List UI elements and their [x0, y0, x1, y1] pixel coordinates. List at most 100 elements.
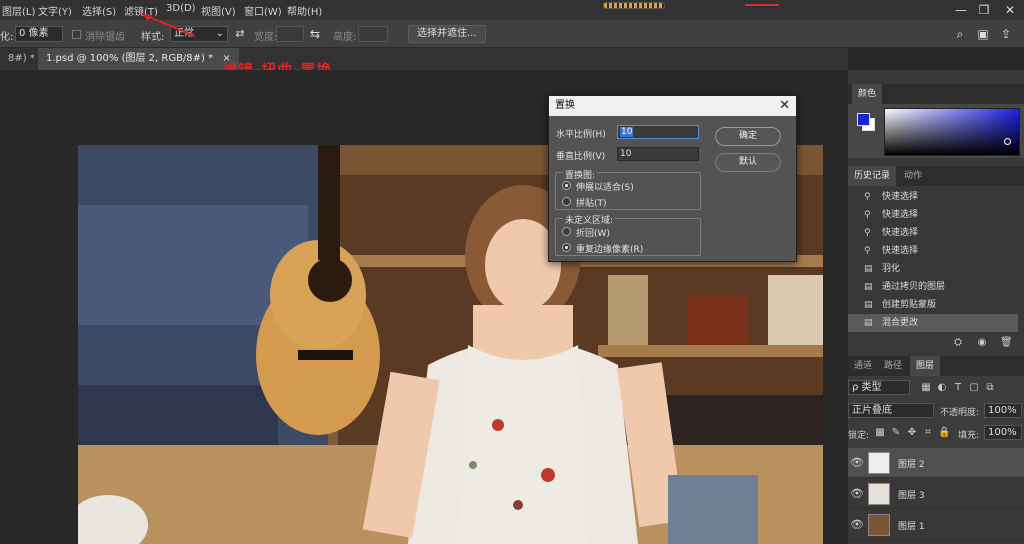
filter-type-icon[interactable]: T: [952, 382, 964, 394]
lock-paint-icon[interactable]: ✎: [890, 427, 902, 439]
tab-previous-label: 8#) *: [8, 53, 35, 64]
dialog-title: 置换: [555, 100, 575, 111]
fill-value: 100%: [988, 427, 1017, 438]
vertical-scale-input[interactable]: 10: [617, 147, 699, 161]
stretch-to-fit-radio[interactable]: [562, 181, 571, 190]
status-indicator: [603, 2, 665, 9]
history-step-icon: ▤: [864, 300, 873, 310]
close-window-icon[interactable]: ✕: [1001, 2, 1019, 18]
close-icon[interactable]: ✕: [779, 97, 790, 115]
menu-select[interactable]: 选择(S): [82, 3, 116, 18]
history-item[interactable]: ▤ 通过拷贝的图层: [848, 278, 1018, 296]
snapshot-icon[interactable]: ⛭: [952, 337, 964, 349]
share-icon[interactable]: ⇪: [998, 26, 1014, 42]
layer-name: 图层 2: [898, 460, 925, 470]
filter-shape-icon[interactable]: ▢: [968, 382, 980, 394]
quick-select-icon: ⚲: [864, 210, 871, 220]
layer-row[interactable]: 👁 图层 3: [848, 479, 1024, 509]
layer-filter-label: ρ 类型: [852, 382, 882, 393]
color-picker-handle[interactable]: [1004, 138, 1011, 145]
tile-label: 拼贴(T): [576, 199, 607, 209]
tile-radio[interactable]: [562, 197, 571, 206]
history-item-label: 快速选择: [882, 210, 919, 220]
displace-dialog: 置换 ✕ 水平比例(H) 10 垂直比例(V) 10 确定 默认 置换图: 伸展…: [548, 95, 797, 262]
wrap-around-radio[interactable]: [562, 227, 571, 236]
filter-smart-icon[interactable]: ⧉: [984, 382, 996, 394]
stretch-to-fit-label: 伸展以适合(S): [576, 183, 634, 193]
tab-channels[interactable]: 通道: [848, 356, 878, 376]
layers-controls: ρ 类型 ▦ ◐ T ▢ ⧉ 正片叠底 不透明度: 100% 锁定: ▩ ✎ ✥…: [848, 376, 1024, 456]
ok-button[interactable]: 确定: [715, 127, 781, 146]
filter-adjust-icon[interactable]: ◐: [936, 382, 948, 394]
search-icon[interactable]: ⌕: [952, 26, 968, 42]
height-label: 高度:: [333, 32, 357, 43]
blend-mode-select[interactable]: 正片叠底: [848, 403, 934, 418]
history-item[interactable]: ▤ 混合更改: [848, 314, 1018, 332]
menu-type[interactable]: 文字(Y): [38, 3, 72, 18]
minimize-icon[interactable]: —: [952, 2, 970, 18]
history-item[interactable]: ⚲ 快速选择: [848, 188, 1018, 206]
menu-window[interactable]: 窗口(W): [244, 3, 282, 18]
menu-layer[interactable]: 图层(L): [2, 3, 35, 18]
fill-input[interactable]: 100%: [984, 425, 1022, 440]
history-item-label: 混合更改: [882, 318, 919, 328]
horizontal-scale-value: 10: [620, 127, 634, 137]
tab-active-document[interactable]: 1.psd @ 100% (图层 2, RGB/8#) * ×: [38, 48, 239, 70]
tab-layers[interactable]: 图层: [910, 356, 941, 376]
chevron-down-icon: ⌄: [215, 28, 224, 39]
trash-icon[interactable]: 🗑: [1000, 337, 1013, 349]
layer-row[interactable]: 👁 图层 2: [848, 448, 1024, 478]
camera-icon[interactable]: ◉: [976, 337, 988, 349]
history-item[interactable]: ⚲ 快速选择: [848, 224, 1018, 242]
lock-label: 锁定:: [848, 431, 870, 441]
visibility-eye-icon[interactable]: 👁: [850, 519, 864, 531]
history-item-label: 创建剪贴蒙版: [882, 300, 937, 310]
width-input[interactable]: [276, 26, 304, 42]
history-item[interactable]: ▤ 羽化: [848, 260, 1018, 278]
swap-icon[interactable]: ⇄: [232, 26, 248, 42]
lock-all-icon[interactable]: 🔒: [938, 427, 950, 439]
layer-thumbnail: [868, 483, 890, 505]
tab-history[interactable]: 历史记录: [848, 166, 897, 186]
history-item[interactable]: ▤ 创建剪贴蒙版: [848, 296, 1018, 314]
color-spectrum[interactable]: [884, 108, 1020, 156]
fill-label: 填充:: [958, 431, 980, 441]
lock-artboard-icon[interactable]: ⌗: [922, 427, 934, 439]
tab-paths[interactable]: 路径: [878, 356, 908, 376]
opacity-label: 不透明度:: [940, 408, 980, 418]
lock-transparent-icon[interactable]: ▩: [874, 427, 886, 439]
lock-move-icon[interactable]: ✥: [906, 427, 918, 439]
opacity-input[interactable]: 100%: [984, 403, 1022, 418]
workspace-icon[interactable]: ▣: [975, 26, 991, 42]
repeat-edge-radio[interactable]: [562, 243, 571, 252]
feather-input[interactable]: 0 像素: [15, 26, 63, 42]
quick-select-icon: ⚲: [864, 192, 871, 202]
antialias-checkbox[interactable]: [72, 30, 81, 39]
layer-row[interactable]: 👁 图层 1: [848, 510, 1024, 540]
history-item-label: 羽化: [882, 264, 901, 274]
horizontal-scale-input[interactable]: 10: [617, 125, 699, 139]
document-tabs: 8#) * 1.psd @ 100% (图层 2, RGB/8#) * ×: [0, 48, 848, 70]
foreground-swatch[interactable]: [857, 113, 870, 126]
history-footer: ⛭ ◉ 🗑: [848, 334, 1024, 352]
vertical-scale-value: 10: [620, 149, 632, 159]
tab-color[interactable]: 颜色: [852, 84, 883, 104]
history-item-label: 快速选择: [882, 192, 919, 202]
visibility-eye-icon[interactable]: 👁: [850, 457, 864, 469]
restore-icon[interactable]: ❐: [975, 2, 993, 18]
select-and-mask-button[interactable]: 选择并遮住...: [408, 25, 486, 43]
menu-help[interactable]: 帮助(H): [287, 3, 322, 18]
menu-view[interactable]: 视图(V): [201, 3, 236, 18]
visibility-eye-icon[interactable]: 👁: [850, 488, 864, 500]
layer-thumbnail: [868, 514, 890, 536]
tab-actions[interactable]: 动作: [898, 166, 928, 186]
history-item[interactable]: ⚲ 快速选择: [848, 242, 1018, 260]
tab-previous[interactable]: 8#) *: [0, 48, 43, 70]
height-input[interactable]: [358, 26, 388, 42]
filter-image-icon[interactable]: ▦: [920, 382, 932, 394]
history-item[interactable]: ⚲ 快速选择: [848, 206, 1018, 224]
history-item-label: 快速选择: [882, 228, 919, 238]
default-button[interactable]: 默认: [715, 153, 781, 172]
swap-size-icon[interactable]: ⇆: [307, 26, 323, 42]
layer-filter-select[interactable]: ρ 类型: [848, 380, 910, 395]
